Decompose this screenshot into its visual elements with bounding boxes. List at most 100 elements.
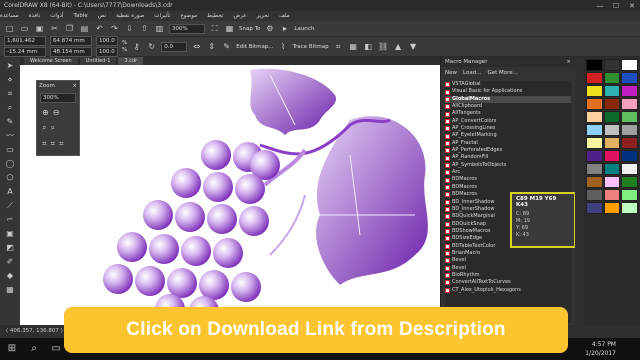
get-more-button[interactable]: Get More... — [487, 70, 517, 76]
to-front-icon[interactable]: ▲ — [393, 41, 404, 52]
palette-swatch[interactable] — [586, 137, 603, 149]
publish-pdf-icon[interactable]: ▥ — [154, 23, 165, 34]
tree-item[interactable]: GlobalMacros — [445, 95, 571, 104]
height-field[interactable]: 48.154 mm — [50, 47, 92, 57]
tab-welcome-screen[interactable]: Welcome Screen — [24, 57, 78, 65]
menu-item-table[interactable]: Table — [74, 13, 88, 19]
tree-item[interactable]: Arc — [445, 169, 571, 176]
zoom-to-page-icon[interactable]: ⌗ — [42, 139, 47, 149]
palette-swatch[interactable] — [603, 163, 621, 175]
palette-swatch[interactable] — [603, 189, 621, 201]
tree-item[interactable]: VSTAGlobal — [445, 81, 571, 88]
zoom-in-icon[interactable]: ⊕ — [42, 108, 49, 117]
close-button[interactable]: ✕ — [624, 0, 640, 11]
crop-tool-icon[interactable]: ⌗ — [4, 89, 16, 98]
search-icon[interactable]: ⌕ — [28, 343, 40, 355]
rotation-field[interactable]: 0.0 — [161, 41, 188, 52]
menu-item-text[interactable]: نص — [98, 13, 106, 19]
palette-swatch[interactable] — [603, 176, 621, 188]
scale-width-field[interactable]: 100.0 — [96, 36, 118, 46]
resample-icon[interactable]: ▦ — [348, 41, 359, 52]
zoom-to-height-icon[interactable]: ⌗ — [59, 139, 64, 149]
zoom-tool-icon[interactable]: ⌕ — [4, 103, 16, 112]
tree-item[interactable]: Visual Basic for Applications — [445, 88, 571, 95]
cut-icon[interactable]: ✂ — [49, 23, 60, 34]
tree-item[interactable]: CT_Alex_Utopiuk_Hexagons — [445, 287, 571, 294]
tree-item[interactable]: AP_ConvertColors — [445, 118, 571, 125]
new-macro-button[interactable]: New — [445, 70, 457, 76]
maximize-button[interactable]: ☐ — [608, 0, 624, 11]
palette-swatch[interactable] — [603, 72, 621, 84]
open-folder-icon[interactable]: ▭ — [19, 23, 30, 34]
menu-item-window[interactable]: نافذة — [29, 13, 41, 19]
palette-swatch[interactable] — [603, 124, 621, 136]
tree-item[interactable]: Bevel — [445, 265, 571, 272]
menu-item-tools[interactable]: أدوات — [50, 13, 63, 19]
palette-swatch[interactable] — [621, 72, 638, 84]
menu-item-file[interactable]: ملف — [279, 13, 289, 19]
palette-swatch[interactable] — [603, 150, 621, 162]
tree-item[interactable]: AP_PerforatedEdges — [445, 147, 571, 154]
tree-item[interactable]: AP_CrossingLines — [445, 125, 571, 132]
copy-icon[interactable]: ❐ — [64, 23, 75, 34]
y-position-field[interactable]: -15.24 mm — [4, 47, 46, 57]
zoom-docker-level-select[interactable]: 300% — [40, 93, 76, 103]
drop-shadow-tool-icon[interactable]: ▣ — [4, 229, 16, 238]
menu-item-layout[interactable]: تخطيط — [207, 13, 223, 19]
rotation-icon[interactable]: ↻ — [146, 41, 157, 52]
import-icon[interactable]: ⇩ — [124, 23, 135, 34]
shape-tool-icon[interactable]: ⋄ — [4, 75, 16, 84]
polygon-tool-icon[interactable]: ⬠ — [4, 173, 16, 182]
redo-icon[interactable]: ↷ — [109, 23, 120, 34]
edit-bitmap-icon[interactable]: ✎ — [221, 41, 232, 52]
palette-swatch[interactable] — [621, 150, 638, 162]
link-icon[interactable]: ⛓ — [378, 41, 389, 52]
rulers-icon[interactable]: ▦ — [224, 23, 235, 34]
menu-item-bitmaps[interactable]: صورة نقطية — [116, 13, 144, 19]
menu-item-object[interactable]: موضوع — [180, 13, 197, 19]
connector-tool-icon[interactable]: ⌐ — [4, 215, 16, 224]
palette-swatch[interactable] — [603, 98, 621, 110]
drawing-canvas[interactable] — [20, 65, 440, 325]
menu-item-edit[interactable]: تحرير — [256, 13, 269, 19]
menu-item-help[interactable]: مساعدة — [0, 13, 19, 19]
palette-swatch[interactable] — [621, 202, 638, 214]
save-icon[interactable]: ▣ — [34, 23, 45, 34]
taskbar-clock[interactable]: 4:57 PM 1/20/2017 — [585, 340, 616, 358]
palette-swatch[interactable] — [586, 163, 603, 175]
palette-swatch[interactable] — [586, 124, 603, 136]
palette-swatch[interactable] — [621, 124, 638, 136]
palette-swatch[interactable] — [603, 59, 621, 71]
palette-swatch[interactable] — [586, 111, 603, 123]
trace-bitmap-icon[interactable]: ⌇ — [278, 41, 289, 52]
trace-bitmap-button[interactable]: Trace Bitmap — [293, 44, 329, 50]
palette-swatch[interactable] — [621, 163, 638, 175]
tree-item[interactable]: AllClipboard — [445, 103, 571, 110]
launch-icon[interactable]: ▸ — [279, 23, 290, 34]
lock-ratio-icon[interactable]: ⚷ — [131, 41, 142, 52]
edit-bitmap-button[interactable]: Edit Bitmap... — [236, 44, 273, 50]
paste-icon[interactable]: ▤ — [79, 23, 90, 34]
launch-dropdown[interactable]: Launch — [294, 26, 314, 32]
mirror-horizontal-icon[interactable]: ⇔ — [191, 41, 202, 52]
palette-swatch[interactable] — [586, 189, 603, 201]
tree-item[interactable]: AllTangents — [445, 110, 571, 117]
palette-swatch[interactable] — [621, 85, 638, 97]
smart-fill-tool-icon[interactable]: ▦ — [4, 285, 16, 294]
width-field[interactable]: 64.874 mm — [50, 36, 92, 46]
palette-swatch[interactable] — [586, 202, 603, 214]
zoom-to-selection-icon[interactable]: ⌕ — [42, 123, 46, 133]
crop-icon[interactable]: ⌗ — [333, 41, 344, 52]
palette-swatch[interactable] — [621, 98, 638, 110]
rectangle-tool-icon[interactable]: ▭ — [4, 145, 16, 154]
palette-swatch[interactable] — [621, 59, 638, 71]
eyedropper-tool-icon[interactable]: ✐ — [4, 257, 16, 266]
tree-item[interactable]: AP_Fractal — [445, 140, 571, 147]
load-macro-button[interactable]: Load... — [463, 70, 481, 76]
zoom-out-icon[interactable]: ⊖ — [53, 108, 60, 117]
tree-item[interactable]: BDMacros — [445, 176, 571, 183]
text-tool-icon[interactable]: A — [4, 187, 16, 196]
bitmap-color-mask-icon[interactable]: ◧ — [363, 41, 374, 52]
palette-swatch[interactable] — [603, 137, 621, 149]
tree-item[interactable]: BDMacros — [445, 184, 571, 191]
